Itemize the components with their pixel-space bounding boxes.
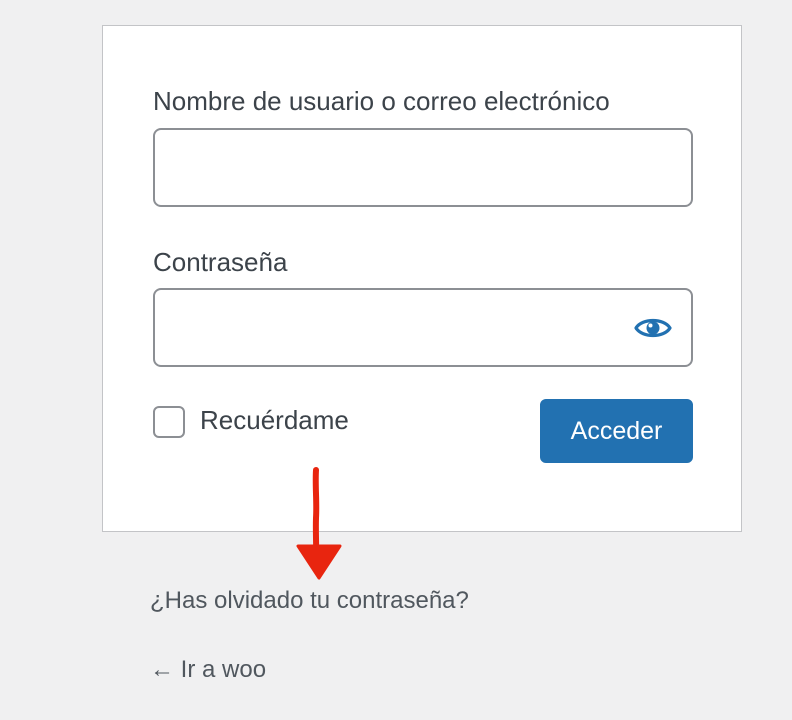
login-form: Nombre de usuario o correo electrónico C… xyxy=(102,25,742,532)
username-input[interactable] xyxy=(153,128,693,207)
eye-icon xyxy=(634,318,672,338)
password-input[interactable] xyxy=(153,288,693,367)
username-label: Nombre de usuario o correo electrónico xyxy=(153,86,610,116)
show-password-button[interactable] xyxy=(625,306,681,350)
login-button[interactable]: Acceder xyxy=(540,399,693,463)
remember-checkbox[interactable] xyxy=(153,406,185,438)
lost-password-link[interactable]: ¿Has olvidado tu contraseña? xyxy=(150,587,469,615)
back-to-site-link[interactable]: ← Ir a woo xyxy=(150,656,266,684)
remember-label: Recuérdame xyxy=(200,405,349,435)
password-label: Contraseña xyxy=(153,247,288,277)
arrow-down-icon xyxy=(296,467,342,580)
